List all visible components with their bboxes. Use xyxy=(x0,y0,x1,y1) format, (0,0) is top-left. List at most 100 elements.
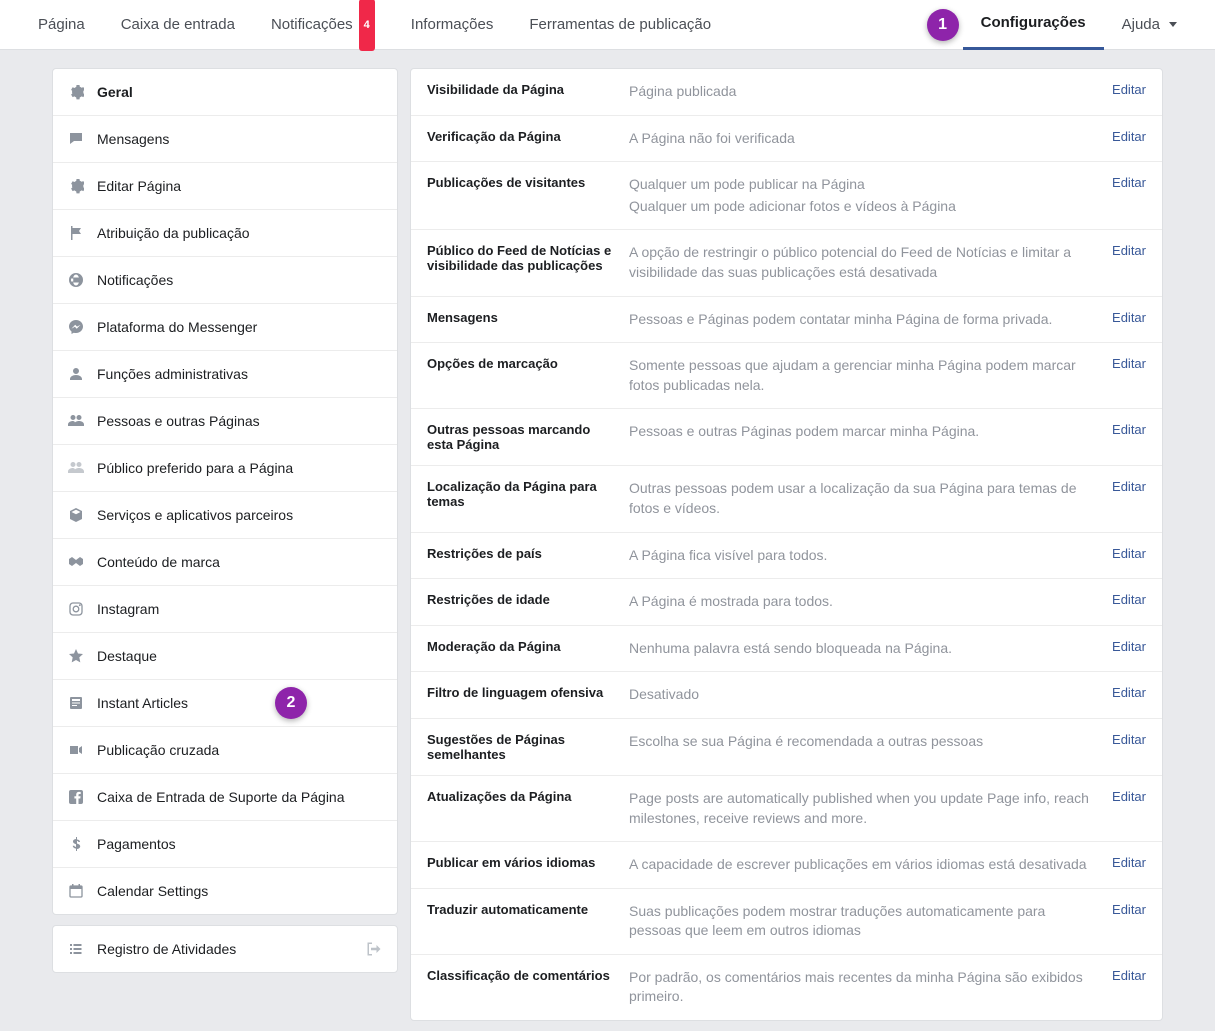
setting-label: Público do Feed de Notícias e visibilida… xyxy=(427,243,617,282)
list-icon xyxy=(67,940,85,958)
sidebar-item-label: Publicação cruzada xyxy=(97,742,219,758)
sidebar-item-label: Pessoas e outras Páginas xyxy=(97,413,260,429)
sidebar-item-publica-o-cruzada[interactable]: Publicação cruzada xyxy=(53,727,397,774)
setting-value-line: Outras pessoas podem usar a localização … xyxy=(629,479,1092,518)
tab-settings[interactable]: Configurações xyxy=(963,0,1104,50)
setting-value-line: Somente pessoas que ajudam a gerenciar m… xyxy=(629,356,1092,395)
setting-label: Verificação da Página xyxy=(427,129,617,149)
setting-row: Publicar em vários idiomas A capacidade d… xyxy=(411,842,1162,889)
edit-link[interactable]: Editar xyxy=(1104,902,1146,941)
sidebar-item-instant-articles[interactable]: Instant Articles2 xyxy=(53,680,397,727)
edit-link[interactable]: Editar xyxy=(1104,592,1146,612)
setting-row: Moderação da PáginaNenhuma palavra está … xyxy=(411,626,1162,673)
instagram-icon xyxy=(67,600,85,618)
edit-link[interactable]: Editar xyxy=(1104,243,1146,282)
edit-link[interactable]: Editar xyxy=(1104,310,1146,330)
setting-value: A Página fica visível para todos. xyxy=(629,546,1092,566)
setting-label: Mensagens xyxy=(427,310,617,330)
video-icon xyxy=(67,741,85,759)
sidebar-item-instagram[interactable]: Instagram xyxy=(53,586,397,633)
sidebar-item-calendar-settings[interactable]: Calendar Settings xyxy=(53,868,397,914)
edit-link[interactable]: Editar xyxy=(1104,546,1146,566)
sidebar-item-caixa-de-entrada-de-suporte-da-p-gina[interactable]: Caixa de Entrada de Suporte da Página xyxy=(53,774,397,821)
sidebar-item-mensagens[interactable]: Mensagens xyxy=(53,116,397,163)
sidebar-item-label: Mensagens xyxy=(97,131,169,147)
setting-label: Opções de marcação xyxy=(427,356,617,395)
edit-link[interactable]: Editar xyxy=(1104,685,1146,705)
edit-link[interactable]: Editar xyxy=(1104,968,1146,1007)
cube-icon xyxy=(67,506,85,524)
setting-value: A capacidade de escrever publicações em … xyxy=(629,855,1092,875)
edit-link[interactable]: Editar xyxy=(1104,422,1146,452)
setting-value-line: Qualquer um pode publicar na Página xyxy=(629,175,1092,195)
tab-inbox[interactable]: Caixa de entrada xyxy=(103,0,253,50)
edit-link[interactable]: Editar xyxy=(1104,356,1146,395)
setting-value: Página publicada xyxy=(629,82,1092,102)
setting-value-line: A capacidade de escrever publicações em … xyxy=(629,855,1092,875)
sidebar-item-pagamentos[interactable]: Pagamentos xyxy=(53,821,397,868)
edit-link[interactable]: Editar xyxy=(1104,855,1146,875)
edit-link[interactable]: Editar xyxy=(1104,639,1146,659)
setting-label: Classificação de comentários xyxy=(427,968,617,1007)
sidebar-item-label: Serviços e aplicativos parceiros xyxy=(97,507,293,523)
setting-value-line: Suas publicações podem mostrar traduções… xyxy=(629,902,1092,941)
tab-publishing-tools[interactable]: Ferramentas de publicação xyxy=(511,0,729,50)
setting-label: Visibilidade da Página xyxy=(427,82,617,102)
handshake-icon xyxy=(67,553,85,571)
setting-row: Atualizações da PáginaPage posts are aut… xyxy=(411,776,1162,842)
exit-icon xyxy=(365,940,383,958)
sidebar-item-fun-es-administrativas[interactable]: Funções administrativas xyxy=(53,351,397,398)
tab-info[interactable]: Informações xyxy=(393,0,512,50)
setting-value: Outras pessoas podem usar a localização … xyxy=(629,479,1092,518)
setting-label: Restrições de idade xyxy=(427,592,617,612)
sidebar-item-servi-os-e-aplicativos-parceiros[interactable]: Serviços e aplicativos parceiros xyxy=(53,492,397,539)
top-nav: Página Caixa de entrada Notificações 4 I… xyxy=(0,0,1215,50)
setting-row: Filtro de linguagem ofensivaDesativadoEd… xyxy=(411,672,1162,719)
sidebar-item-atribui-o-da-publica-o[interactable]: Atribuição da publicação xyxy=(53,210,397,257)
sidebar-item-label: Plataforma do Messenger xyxy=(97,319,257,335)
setting-row: Classificação de comentáriosPor padrão, … xyxy=(411,955,1162,1020)
sidebar-item-destaque[interactable]: Destaque xyxy=(53,633,397,680)
tab-page[interactable]: Página xyxy=(20,0,103,50)
notifications-badge: 4 xyxy=(359,0,375,51)
setting-label: Filtro de linguagem ofensiva xyxy=(427,685,617,705)
sidebar-item-editar-p-gina[interactable]: Editar Página xyxy=(53,163,397,210)
setting-value-line: Qualquer um pode adicionar fotos e vídeo… xyxy=(629,197,1092,217)
setting-row: Visibilidade da Página Página publicada Ed… xyxy=(411,69,1162,116)
sidebar-item-activity-log[interactable]: Registro de Atividades xyxy=(53,926,397,972)
sidebar-item-pessoas-e-outras-p-ginas[interactable]: Pessoas e outras Páginas xyxy=(53,398,397,445)
person-icon xyxy=(67,365,85,383)
setting-value-line: A Página não foi verificada xyxy=(629,129,1092,149)
setting-value: A Página não foi verificada xyxy=(629,129,1092,149)
sidebar-item-label: Funções administrativas xyxy=(97,366,248,382)
setting-row: Publicações de visitantesQualquer um pod… xyxy=(411,162,1162,230)
sidebar-item-label: Registro de Atividades xyxy=(97,941,236,957)
sidebar-item-notifica-es[interactable]: Notificações xyxy=(53,257,397,304)
tab-help[interactable]: Ajuda xyxy=(1104,0,1195,50)
edit-link[interactable]: Editar xyxy=(1104,129,1146,149)
setting-value: Somente pessoas que ajudam a gerenciar m… xyxy=(629,356,1092,395)
edit-link[interactable]: Editar xyxy=(1104,789,1146,828)
sidebar-item-geral[interactable]: Geral xyxy=(53,69,397,116)
edit-link[interactable]: Editar xyxy=(1104,479,1146,518)
people-icon xyxy=(67,412,85,430)
edit-link[interactable]: Editar xyxy=(1104,82,1146,102)
setting-row: Traduzir automaticamenteSuas publicações… xyxy=(411,889,1162,955)
setting-row: Restrições de paísA Página fica visível … xyxy=(411,533,1162,580)
sidebar-item-plataforma-do-messenger[interactable]: Plataforma do Messenger xyxy=(53,304,397,351)
sidebar-item-conte-do-de-marca[interactable]: Conteúdo de marca xyxy=(53,539,397,586)
setting-value-line: A Página é mostrada para todos. xyxy=(629,592,1092,612)
tab-notifications[interactable]: Notificações 4 xyxy=(253,0,393,50)
sidebar-activity: Registro de Atividades xyxy=(52,925,398,973)
setting-value-line: Page posts are automatically published w… xyxy=(629,789,1092,828)
edit-link[interactable]: Editar xyxy=(1104,732,1146,762)
setting-label: Localização da Página para temas xyxy=(427,479,617,518)
sidebar-item-label: Conteúdo de marca xyxy=(97,554,220,570)
setting-value-line: A Página fica visível para todos. xyxy=(629,546,1092,566)
settings-panel: Visibilidade da Página Página publicada Ed… xyxy=(410,68,1163,1021)
edit-link[interactable]: Editar xyxy=(1104,175,1146,216)
gear-icon xyxy=(67,83,85,101)
setting-label: Publicar em vários idiomas xyxy=(427,855,617,875)
sidebar-item-p-blico-preferido-para-a-p-gina[interactable]: Público preferido para a Página xyxy=(53,445,397,492)
annotation-2: 2 xyxy=(275,687,307,719)
